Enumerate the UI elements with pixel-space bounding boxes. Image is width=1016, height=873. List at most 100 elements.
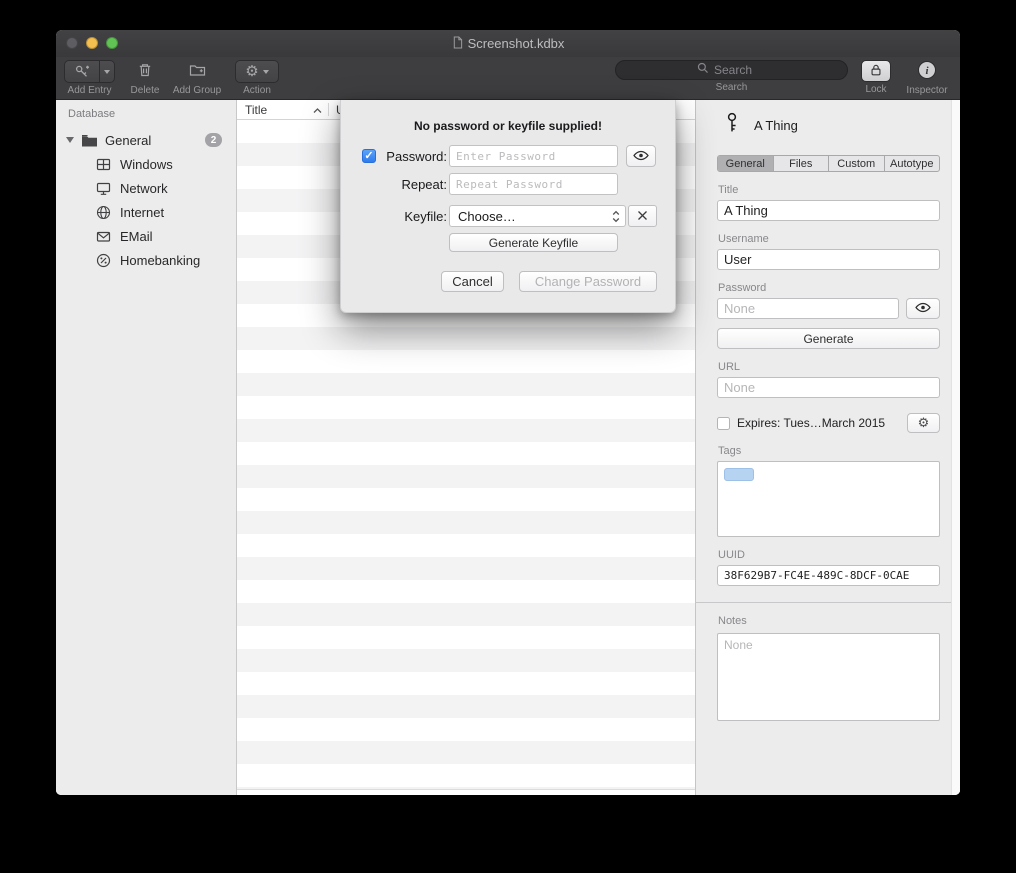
close-x-icon: [637, 209, 648, 224]
document-icon: [452, 36, 463, 52]
column-header-title[interactable]: Title: [237, 103, 322, 117]
expires-options-button[interactable]: ⚙: [907, 413, 940, 433]
tag-pill[interactable]: [724, 468, 754, 481]
notes-field[interactable]: [717, 633, 940, 721]
repeat-label: Repeat:: [361, 177, 447, 192]
eye-icon: [915, 301, 931, 316]
inspector-button[interactable]: i: [917, 60, 937, 83]
coin-percent-icon: [96, 253, 111, 268]
sidebar-item-label: EMail: [120, 229, 153, 244]
titlebar: Screenshot.kdbx: [56, 30, 960, 57]
expires-checkbox[interactable]: [717, 417, 730, 430]
reveal-password-button[interactable]: [906, 298, 940, 319]
tags-box[interactable]: [717, 461, 940, 537]
expires-label: Expires: Tues…March 2015: [737, 416, 900, 430]
sidebar-group-label: General: [105, 133, 151, 148]
password-field-label: Password: [718, 282, 940, 294]
add-entry-button[interactable]: [64, 60, 115, 83]
url-field-label: URL: [718, 361, 940, 373]
trash-icon: [137, 62, 153, 81]
reveal-dialog-password-button[interactable]: [626, 145, 656, 167]
close-button[interactable]: [66, 37, 78, 49]
sidebar-item-email[interactable]: EMail: [56, 224, 236, 248]
title-field-label: Title: [718, 184, 940, 196]
search-label: Search: [716, 82, 748, 93]
add-group-button[interactable]: [189, 60, 206, 83]
tab-autotype[interactable]: Autotype: [885, 156, 940, 171]
network-icon: [96, 181, 111, 196]
chevron-down-icon: [263, 70, 269, 74]
toolbar-item-add-group: Add Group: [168, 60, 226, 96]
inspector-label: Inspector: [906, 85, 947, 96]
uuid-field[interactable]: [717, 565, 940, 586]
lock-icon: [869, 63, 883, 80]
inspector-tabs: General Files Custom Autotype: [717, 155, 940, 172]
disclosure-triangle-icon[interactable]: [66, 137, 74, 143]
list-scroll-track[interactable]: [237, 789, 695, 795]
dialog-message: No password or keyfile supplied!: [341, 119, 675, 133]
popup-arrows-icon: [612, 210, 620, 223]
generate-keyfile-button[interactable]: Generate Keyfile: [449, 233, 618, 252]
toolbar-item-inspector: i Inspector: [901, 60, 953, 96]
url-field[interactable]: [717, 377, 940, 398]
cancel-button[interactable]: Cancel: [441, 271, 504, 292]
add-entry-label: Add Entry: [68, 85, 112, 96]
password-input[interactable]: [449, 145, 618, 167]
change-password-button[interactable]: Change Password: [519, 271, 657, 292]
folder-plus-icon: [189, 62, 206, 81]
inspector-divider: [696, 602, 960, 603]
window-title: Screenshot.kdbx: [468, 36, 565, 51]
zoom-button[interactable]: [106, 37, 118, 49]
expires-row: Expires: Tues…March 2015 ⚙: [717, 413, 940, 433]
window-title-wrap: Screenshot.kdbx: [452, 36, 565, 52]
notes-label: Notes: [718, 615, 940, 627]
keyfile-popup-value: Choose…: [458, 209, 516, 224]
username-field[interactable]: [717, 249, 940, 270]
toolbar-item-action: ⚙ Action: [234, 60, 280, 96]
globe-icon: [96, 205, 111, 220]
sidebar-item-network[interactable]: Network: [56, 176, 236, 200]
add-group-label: Add Group: [173, 85, 221, 96]
title-field[interactable]: [717, 200, 940, 221]
clear-keyfile-button[interactable]: [628, 205, 657, 227]
sidebar-item-internet[interactable]: Internet: [56, 200, 236, 224]
sort-ascending-icon: [313, 103, 322, 117]
tab-custom[interactable]: Custom: [829, 156, 885, 171]
sidebar-item-label: Internet: [120, 205, 164, 220]
tab-files[interactable]: Files: [774, 156, 830, 171]
inspector-panel: A Thing General Files Custom Autotype Ti…: [695, 100, 960, 795]
keyfile-label: Keyfile:: [361, 209, 447, 224]
repeat-input[interactable]: [449, 173, 618, 195]
minimize-button[interactable]: [86, 37, 98, 49]
inspector-scrollbar[interactable]: [951, 100, 960, 795]
toolbar-item-add-entry: Add Entry: [64, 60, 115, 96]
delete-button[interactable]: [137, 60, 153, 83]
password-field[interactable]: [717, 298, 899, 319]
tab-general[interactable]: General: [718, 156, 774, 171]
envelope-icon: [96, 229, 111, 244]
toolbar-item-delete: Delete: [126, 60, 164, 96]
sidebar-item-windows[interactable]: Windows: [56, 152, 236, 176]
sidebar-group-general[interactable]: General 2: [56, 128, 236, 152]
keyfile-popup[interactable]: Choose…: [449, 205, 626, 227]
tags-label: Tags: [718, 445, 940, 457]
key-plus-icon: [65, 61, 99, 82]
lock-label: Lock: [865, 84, 886, 95]
search-field[interactable]: [615, 60, 848, 80]
sidebar-item-label: Homebanking: [120, 253, 200, 268]
action-label: Action: [243, 85, 271, 96]
delete-label: Delete: [131, 85, 160, 96]
action-button[interactable]: ⚙: [235, 60, 279, 83]
info-icon: i: [917, 60, 937, 83]
app-window: Screenshot.kdbx Add Entry: [56, 30, 960, 795]
folder-icon: [81, 133, 98, 148]
generate-password-button[interactable]: Generate: [717, 328, 940, 349]
column-title-label: Title: [245, 103, 267, 117]
eye-icon: [633, 149, 649, 164]
search-input[interactable]: [714, 63, 766, 77]
lock-button[interactable]: [861, 60, 891, 82]
add-entry-dropdown[interactable]: [99, 61, 114, 82]
password-row: [717, 298, 940, 319]
sidebar-item-homebanking[interactable]: Homebanking: [56, 248, 236, 272]
toolbar-item-lock: Lock: [856, 60, 896, 95]
